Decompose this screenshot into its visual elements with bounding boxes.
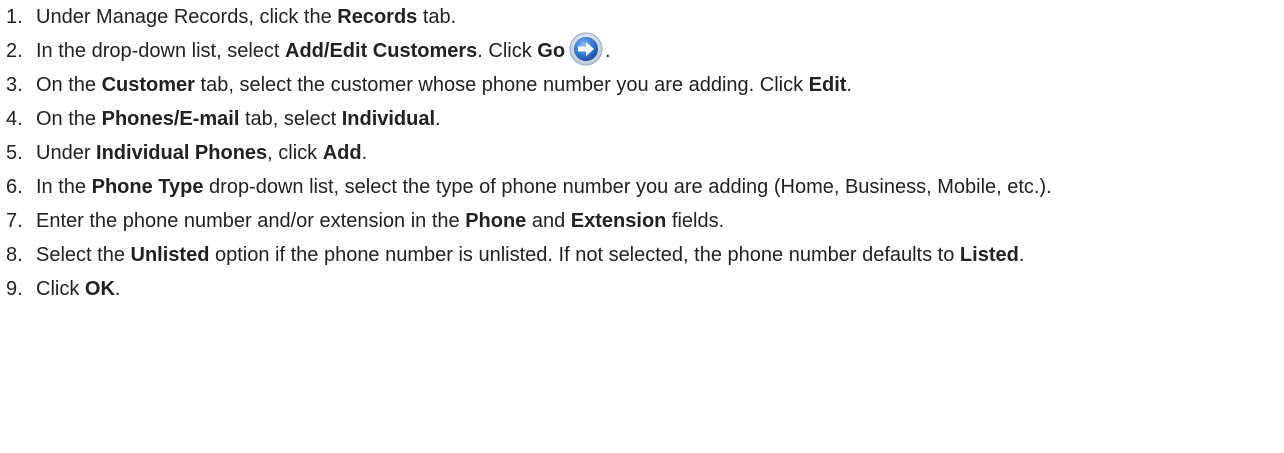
step-number: 3. <box>6 74 23 96</box>
step-item: 5. Under Individual Phones, click Add. <box>0 136 1284 170</box>
ui-term: Add <box>322 142 362 164</box>
step-number: 6. <box>6 176 23 198</box>
step-item: 6. In the Phone Type drop-down list, sele… <box>0 170 1284 204</box>
ui-term: Records <box>337 6 418 28</box>
step-text-run: option if the phone number is unlisted. … <box>209 244 960 266</box>
step-text: In the Phone Type drop-down list, select… <box>36 176 1052 198</box>
step-item: 3. On the Customer tab, select the custom… <box>0 68 1284 102</box>
step-text-run: Select the <box>36 244 131 266</box>
step-text-run: . <box>1018 244 1025 266</box>
step-text-run: Enter the phone number and/or extension … <box>36 210 466 232</box>
step-text-run: Click <box>36 278 85 300</box>
ui-term: OK <box>84 278 115 300</box>
step-text: Under Individual Phones, click Add. <box>36 142 367 164</box>
step-text-run: On the <box>36 74 102 96</box>
step-number: 4. <box>6 108 23 130</box>
step-text-run: fields. <box>666 210 725 232</box>
step-text-run: . <box>846 74 852 96</box>
step-item: 1. Under Manage Records, click the Record… <box>0 0 1284 34</box>
ui-term: Phone Type <box>91 176 204 198</box>
ui-term: Edit <box>808 74 847 96</box>
step-number: 7. <box>6 210 23 232</box>
step-text-run: Under <box>36 142 97 164</box>
step-number: 9. <box>6 278 23 300</box>
step-text: In the drop-down list, select Add/Edit C… <box>36 32 611 66</box>
ui-term: Go <box>537 40 566 62</box>
step-text-run: On the <box>36 108 102 130</box>
step-number: 8. <box>6 244 23 266</box>
ui-term: Listed <box>959 244 1019 266</box>
step-number: 5. <box>6 142 23 164</box>
ui-term: Unlisted <box>130 244 210 266</box>
step-item: 2. In the drop-down list, select Add/Edit… <box>0 32 1284 68</box>
ui-term: Add/Edit Customers <box>285 40 478 62</box>
step-text-run: , click <box>267 142 323 164</box>
step-item: 4. On the Phones/E-mail tab, select Indiv… <box>0 102 1284 136</box>
step-text-run: . <box>361 142 368 164</box>
step-text-run: tab, select the customer whose phone num… <box>194 74 809 96</box>
step-text: Enter the phone number and/or extension … <box>36 210 724 232</box>
step-item: 7. Enter the phone number and/or extensio… <box>0 204 1284 238</box>
ui-term: Customer <box>101 74 195 96</box>
step-text-run: drop-down list, select the type of phone… <box>203 176 1052 198</box>
step-text-run: In the drop-down list, select <box>36 40 286 62</box>
ui-term: Phone <box>465 210 527 232</box>
step-text-run: Under Manage Records, click the <box>36 6 338 28</box>
step-text: On the Phones/E-mail tab, select Individ… <box>36 108 441 130</box>
go-arrow-icon <box>569 32 603 66</box>
step-text-run: tab. <box>417 6 457 28</box>
ui-term: Individual Phones <box>96 142 268 164</box>
step-number: 1. <box>6 6 23 28</box>
step-text: On the Customer tab, select the customer… <box>36 74 852 96</box>
step-item: 9. Click OK. <box>0 272 1284 306</box>
step-text: Under Manage Records, click the Records … <box>36 6 456 28</box>
step-text-run: . Click <box>477 40 538 62</box>
ui-term: Individual <box>341 108 436 130</box>
step-text-run: . <box>605 40 611 62</box>
step-text-run: . <box>114 278 121 300</box>
step-item: 8. Select the Unlisted option if the phon… <box>0 238 1284 272</box>
step-number: 2. <box>6 40 23 62</box>
step-text-run: and <box>526 210 571 232</box>
step-text-run: tab, select <box>239 108 342 130</box>
instruction-steps-list: 1. Under Manage Records, click the Record… <box>0 0 1284 306</box>
step-text-run: In the <box>36 176 92 198</box>
step-text: Select the Unlisted option if the phone … <box>36 244 1024 266</box>
ui-term: Extension <box>570 210 667 232</box>
ui-term: Phones/E-mail <box>101 108 240 130</box>
step-text-run: . <box>435 108 441 130</box>
step-text: Click OK. <box>36 278 120 300</box>
